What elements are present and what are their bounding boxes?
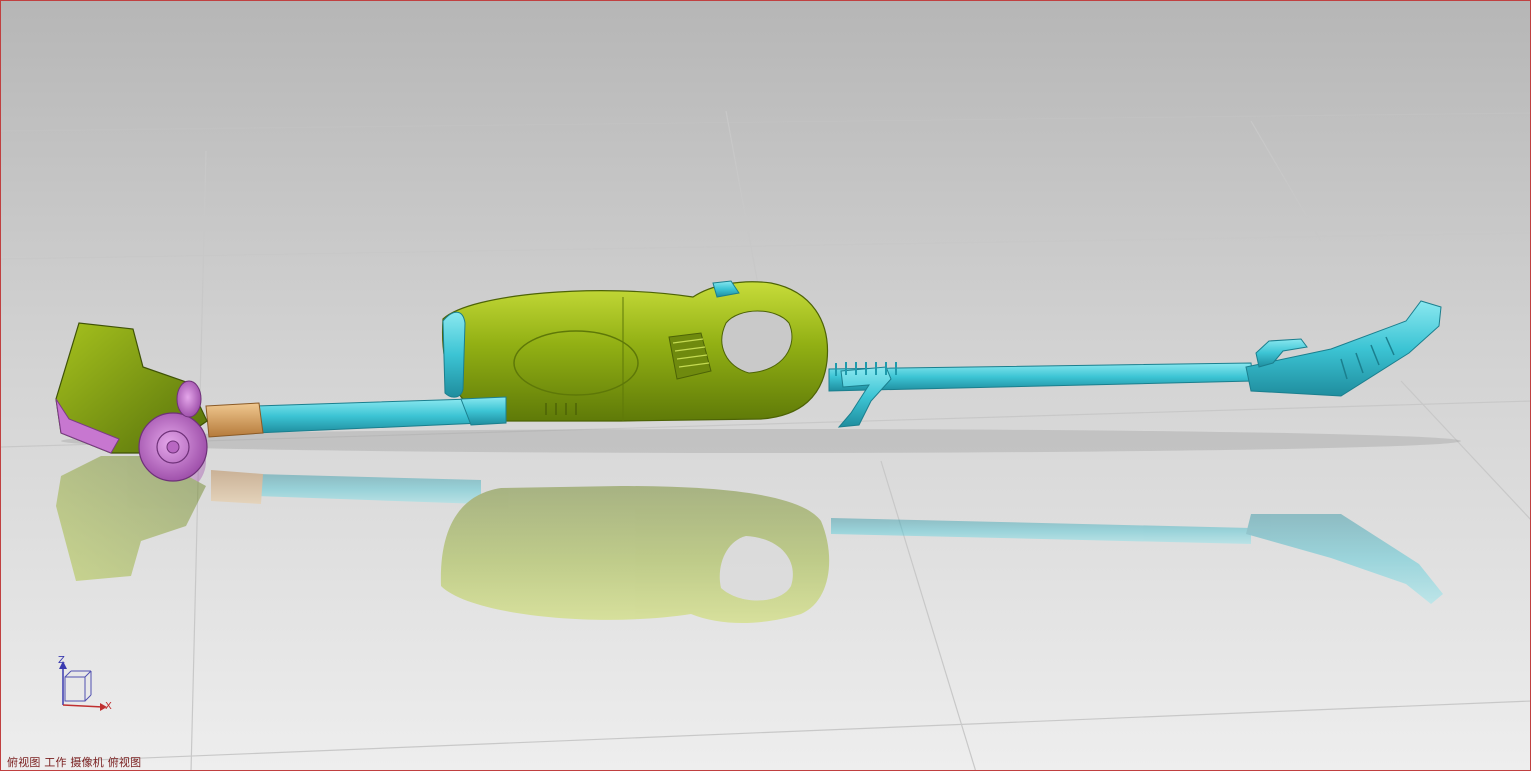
3d-scene[interactable] <box>1 1 1531 771</box>
axis-z-label: Z <box>58 655 65 666</box>
cad-viewport[interactable]: Z X 俯视图 工作 摄像机 俯视图 <box>0 0 1531 771</box>
axis-triad: Z X <box>47 655 127 721</box>
axis-x-label: X <box>105 701 112 712</box>
view-status-text: 俯视图 工作 摄像机 俯视图 <box>7 756 142 769</box>
